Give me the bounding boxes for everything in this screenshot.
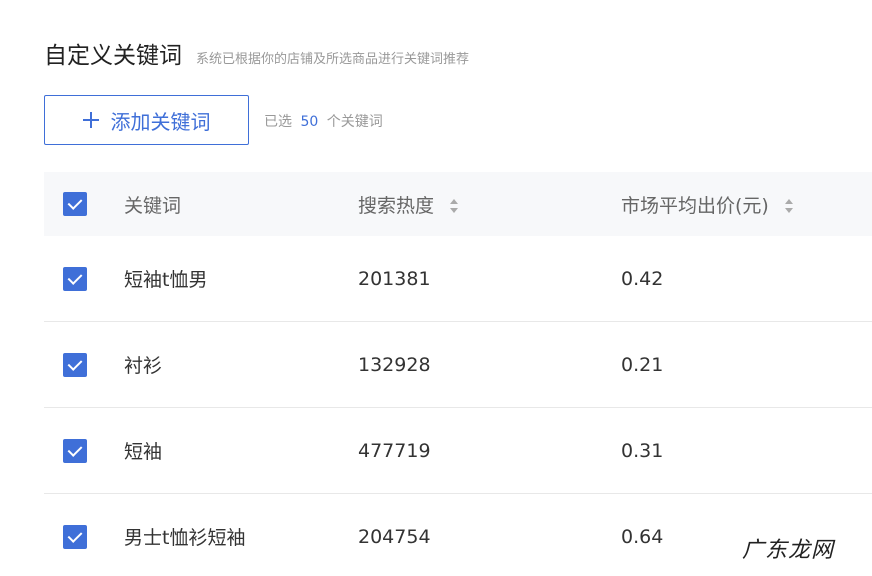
column-header-heat[interactable]: 搜索热度 xyxy=(358,191,621,218)
price-cell: 0.42 xyxy=(621,267,664,290)
row-check-cell xyxy=(44,352,124,377)
price-cell: 0.31 xyxy=(621,439,664,462)
heat-cell: 477719 xyxy=(358,439,431,462)
row-checkbox[interactable] xyxy=(63,438,87,463)
keyword-cell: 短袖 xyxy=(124,441,163,463)
selected-suffix: 个关键词 xyxy=(326,114,383,130)
watermark: 广东龙网 xyxy=(741,538,834,563)
select-all-checkbox[interactable] xyxy=(63,192,87,216)
column-header-price-label: 市场平均出价(元) xyxy=(621,194,769,217)
column-header-keyword: 关键词 xyxy=(124,194,182,217)
page-subtitle: 系统已根据你的店铺及所选商品进行关键词推荐 xyxy=(196,52,470,67)
keyword-panel: 自定义关键词 系统已根据你的店铺及所选商品进行关键词推荐 添加关键词 已选 50… xyxy=(0,0,872,576)
row-checkbox[interactable] xyxy=(63,266,87,291)
sort-icon[interactable] xyxy=(450,199,459,213)
column-header-price[interactable]: 市场平均出价(元) xyxy=(621,191,872,218)
selected-count-info: 已选 50 个关键词 xyxy=(264,111,383,131)
header-check-cell xyxy=(44,192,124,216)
column-header-heat-label: 搜索热度 xyxy=(358,194,435,217)
row-checkbox[interactable] xyxy=(63,352,87,377)
row-checkbox[interactable] xyxy=(63,524,87,549)
price-cell: 0.21 xyxy=(621,353,664,376)
sort-icon[interactable] xyxy=(784,199,793,213)
add-keyword-button[interactable]: 添加关键词 xyxy=(44,95,249,145)
keyword-table: 关键词 搜索热度 市场平均出价(元) 短袖t恤男 201381 0.42 衬衫 xyxy=(44,172,872,576)
heat-cell: 132928 xyxy=(358,353,431,376)
row-check-cell xyxy=(44,266,124,291)
table-row: 衬衫 132928 0.21 xyxy=(44,322,872,408)
row-check-cell xyxy=(44,524,124,549)
keyword-cell: 男士t恤衫短袖 xyxy=(124,527,246,549)
table-header: 关键词 搜索热度 市场平均出价(元) xyxy=(44,172,872,236)
add-keyword-label: 添加关键词 xyxy=(110,109,211,134)
table-row: 短袖t恤男 201381 0.42 xyxy=(44,236,872,322)
plus-icon xyxy=(82,112,99,128)
heat-cell: 204754 xyxy=(358,525,431,548)
heat-cell: 201381 xyxy=(358,267,431,290)
selected-count: 50 xyxy=(300,114,319,130)
selected-prefix: 已选 xyxy=(264,114,292,130)
page-title: 自定义关键词 xyxy=(44,43,182,69)
row-check-cell xyxy=(44,438,124,463)
table-row: 短袖 477719 0.31 xyxy=(44,408,872,494)
panel-header: 自定义关键词 系统已根据你的店铺及所选商品进行关键词推荐 xyxy=(44,36,469,70)
keyword-cell: 短袖t恤男 xyxy=(124,269,208,291)
keyword-cell: 衬衫 xyxy=(124,355,163,377)
